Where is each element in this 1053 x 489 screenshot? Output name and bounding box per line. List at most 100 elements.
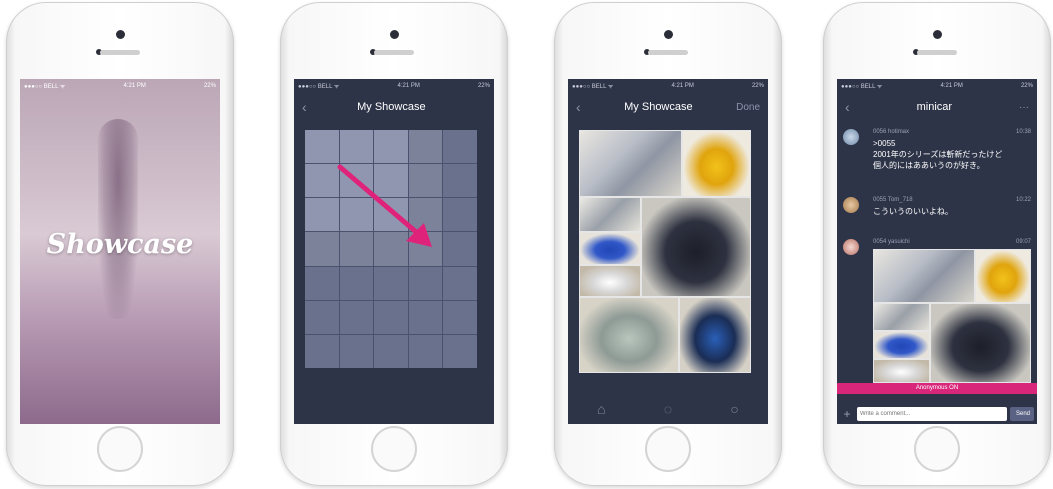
page-title: minicar (916, 101, 953, 113)
battery: 22% (477, 83, 490, 89)
showcase-logo: Showcase (46, 229, 194, 260)
back-button[interactable]: ‹ (845, 99, 850, 115)
camera (664, 30, 673, 39)
grid-cell[interactable] (374, 334, 408, 368)
home-button[interactable] (371, 426, 417, 472)
grid-cell[interactable] (408, 334, 443, 368)
battery: 22% (751, 83, 764, 89)
photo-collage (579, 130, 751, 373)
carrier: ●●●○○ BELL ᯤ (841, 84, 883, 90)
battery: 22% (203, 83, 216, 89)
chat-tab-icon[interactable]: ◌ (664, 401, 672, 417)
grid-cell[interactable] (443, 232, 477, 266)
speaker (100, 50, 140, 55)
avatar[interactable] (843, 239, 859, 255)
grid-cell[interactable] (374, 300, 408, 334)
message-time: 10:22 (1015, 197, 1031, 203)
grid-cell[interactable] (443, 300, 477, 334)
grid-cell[interactable] (305, 300, 339, 334)
phone-grid: ●●●○○ BELL ᯤ 4:21 PM 22% ‹ My Showcase (280, 2, 508, 486)
speaker (648, 50, 688, 55)
photo-black-car (931, 304, 1030, 382)
grid-cell[interactable] (305, 266, 339, 300)
grid-cell[interactable] (339, 300, 374, 334)
send-button[interactable]: Send (1010, 406, 1034, 421)
photo-suv[interactable] (580, 198, 640, 231)
phone-splash: ●●●○○ BELL ᯤ 4:21 PM 22% Showcase (6, 2, 234, 486)
message-time: 10:38 (1015, 129, 1031, 135)
photo-green-car[interactable] (580, 298, 678, 372)
message-author: 0055 Tom_718 (873, 197, 913, 203)
status-bar: ●●●○○ BELL ᯤ 4:21 PM 22% (294, 79, 494, 93)
photo-silver-car (874, 250, 974, 302)
done-button[interactable]: Done (736, 102, 760, 113)
photo-blue-car (874, 332, 929, 358)
blurred-figure-image (98, 119, 138, 319)
photo-yellow-car[interactable] (683, 131, 750, 196)
photo-blue-jeep[interactable] (680, 298, 750, 372)
phone-chat: ●●●○○ BELL ᯤ 4:21 PM 22% ‹ minicar ··· 0… (823, 2, 1051, 486)
nav-bar: ‹ My Showcase (294, 93, 494, 121)
back-button[interactable]: ‹ (302, 99, 307, 115)
grid-cell[interactable] (443, 130, 477, 164)
more-icon[interactable]: ··· (1019, 102, 1029, 113)
splash-screen: ●●●○○ BELL ᯤ 4:21 PM 22% Showcase (20, 79, 220, 424)
comment-input[interactable] (857, 406, 1007, 421)
grid-cell[interactable] (374, 266, 408, 300)
chat-screen: ●●●○○ BELL ᯤ 4:21 PM 22% ‹ minicar ··· 0… (837, 79, 1037, 424)
grid-cell[interactable] (408, 300, 443, 334)
grid-cell[interactable] (443, 198, 477, 232)
grid-cell[interactable] (443, 266, 477, 300)
chat-message: 0054 yasuichi 09:07 (843, 239, 1031, 389)
speaker (374, 50, 414, 55)
photo-white-car[interactable] (580, 266, 640, 296)
page-title: My Showcase (357, 101, 426, 113)
carrier: ●●●○○ BELL ᯤ (572, 84, 614, 90)
message-text: >0055 2001年のシリーズは斬新だったけど 個人的にはああいうのが好き。 (873, 139, 1003, 170)
avatar[interactable] (843, 129, 859, 145)
camera (116, 30, 125, 39)
grid-cell[interactable] (339, 334, 374, 368)
camera (933, 30, 942, 39)
grid-cell[interactable] (305, 334, 339, 368)
grid-cell[interactable] (408, 266, 443, 300)
home-button[interactable] (645, 426, 691, 472)
phone-showcase: ●●●○○ BELL ᯤ 4:21 PM 22% ‹ My Showcase D… (554, 2, 782, 486)
anonymous-banner: Anonymous ON (837, 383, 1037, 394)
showcase-screen: ●●●○○ BELL ᯤ 4:21 PM 22% ‹ My Showcase D… (568, 79, 768, 424)
photo-silver-car[interactable] (580, 131, 681, 196)
drag-arrow-icon (337, 164, 432, 247)
grid-cell[interactable] (443, 164, 477, 198)
avatar[interactable] (843, 197, 859, 213)
home-button[interactable] (914, 426, 960, 472)
photo-black-car[interactable] (642, 198, 750, 296)
message-photo-collage[interactable] (873, 249, 1031, 383)
message-text: こういうのいいよね。 (873, 207, 953, 216)
tab-bar: ⌂ ◌ ○ (568, 394, 768, 424)
carrier: ●●●○○ BELL ᯤ (298, 84, 340, 90)
status-bar: ●●●○○ BELL ᯤ 4:21 PM 22% (20, 79, 220, 93)
search-tab-icon[interactable]: ○ (730, 401, 738, 417)
grid-cell[interactable] (339, 266, 374, 300)
nav-bar: ‹ My Showcase Done (568, 93, 768, 121)
camera (390, 30, 399, 39)
add-icon[interactable]: + (837, 407, 857, 421)
chat-message: 0056 hotimax 10:38 >0055 2001年のシリーズは斬新だっ… (843, 129, 1031, 175)
grid-cell[interactable] (443, 334, 477, 368)
status-bar: ●●●○○ BELL ᯤ 4:21 PM 22% (568, 79, 768, 93)
message-author: 0056 hotimax (873, 129, 910, 135)
clock: 4:21 PM (940, 83, 963, 89)
photo-yellow-car (976, 250, 1030, 302)
photo-blue-car[interactable] (580, 233, 640, 264)
nav-bar: ‹ minicar ··· (837, 93, 1037, 121)
home-button[interactable] (97, 426, 143, 472)
back-button[interactable]: ‹ (576, 99, 581, 115)
carrier: ●●●○○ BELL ᯤ (24, 84, 66, 90)
clock: 4:21 PM (397, 83, 420, 89)
chat-message: 0055 Tom_718 10:22 こういうのいいよね。 (843, 197, 1031, 227)
grid-screen: ●●●○○ BELL ᯤ 4:21 PM 22% ‹ My Showcase (294, 79, 494, 424)
photo-suv (874, 304, 929, 330)
status-bar: ●●●○○ BELL ᯤ 4:21 PM 22% (837, 79, 1037, 93)
speaker (917, 50, 957, 55)
home-tab-icon[interactable]: ⌂ (597, 401, 605, 417)
